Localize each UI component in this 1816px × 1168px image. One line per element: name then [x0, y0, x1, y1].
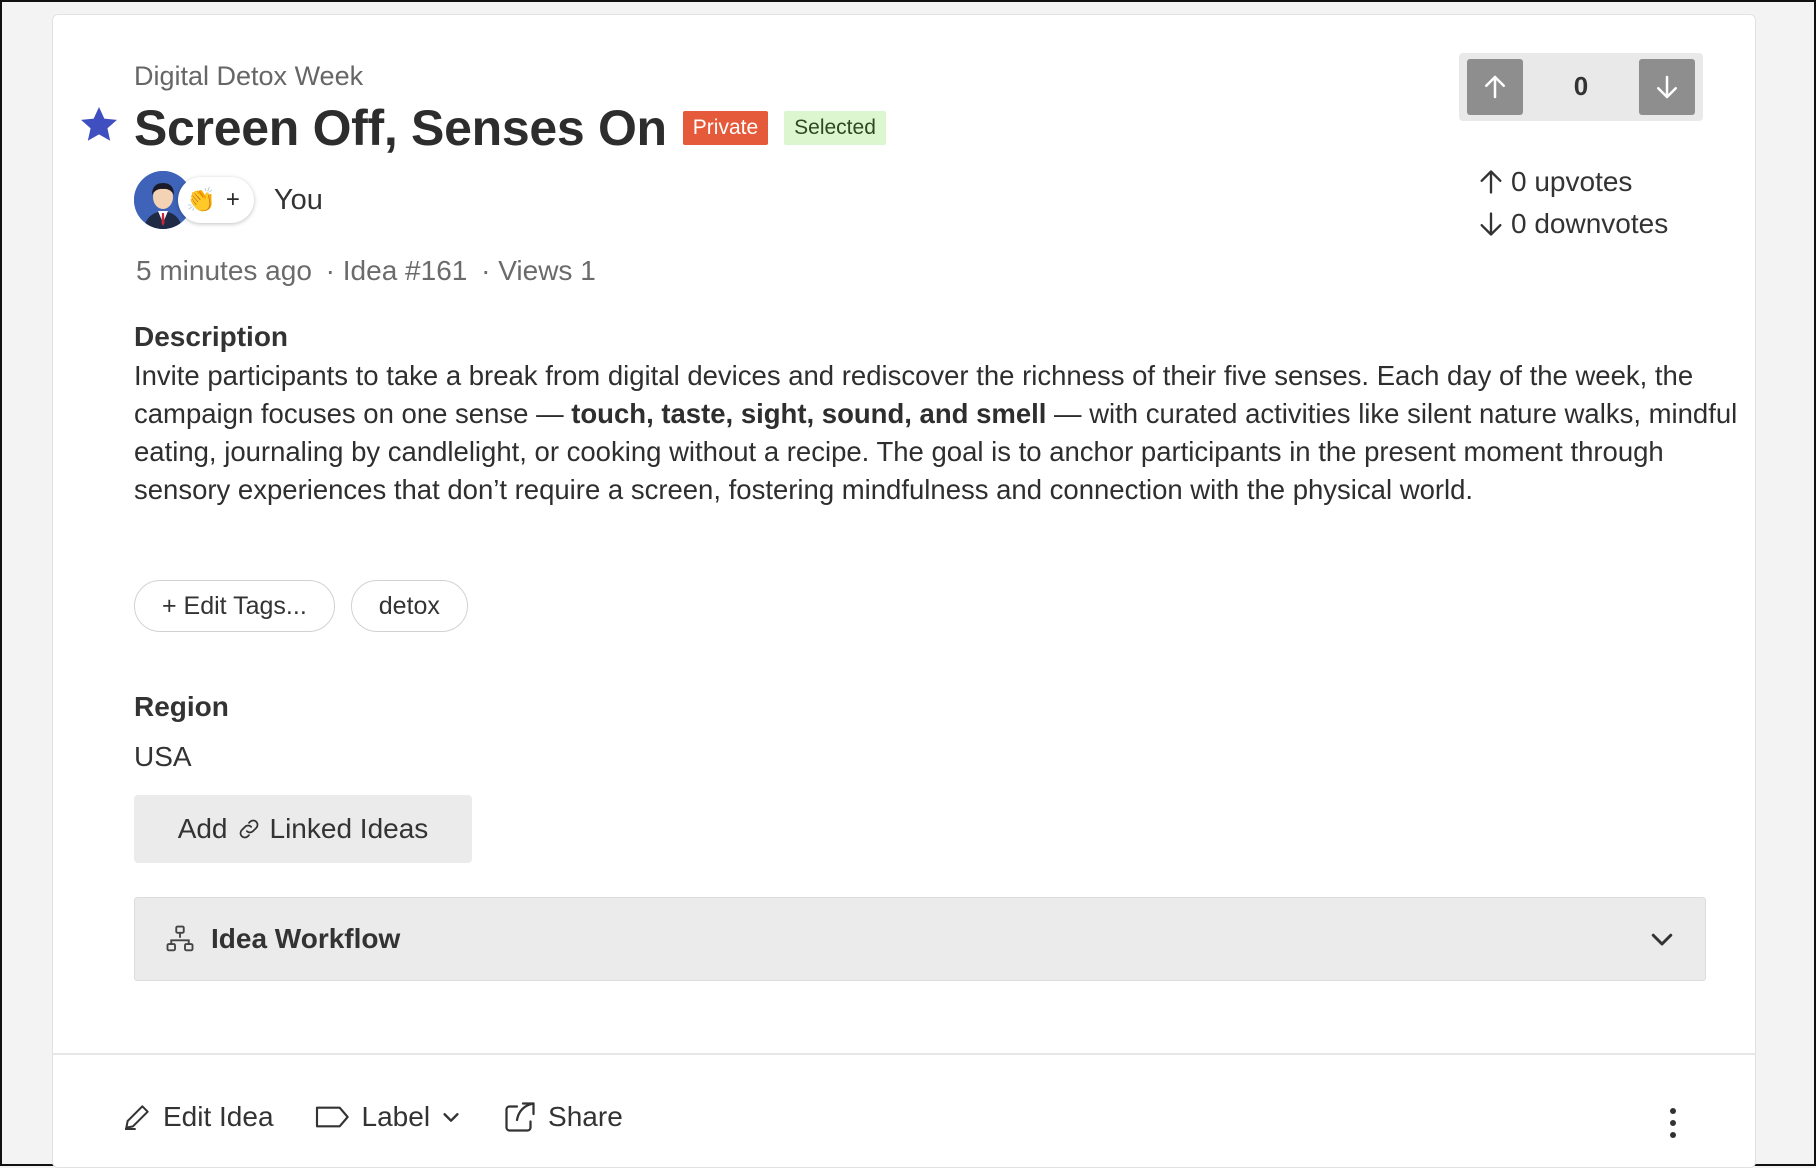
- description-bold: touch, taste, sight, sound, and smell: [571, 398, 1047, 429]
- arrow-down-icon: [1657, 75, 1677, 99]
- label-label: Label: [361, 1101, 431, 1132]
- edit-idea-label: Edit Idea: [163, 1101, 274, 1132]
- region-value: USA: [134, 741, 192, 772]
- add-reaction-button[interactable]: 👏 +: [178, 177, 254, 223]
- idea-meta: 5 minutes ago · Idea #161 · Views 1: [136, 255, 602, 287]
- upvotes-row[interactable]: 0 upvotes: [1477, 161, 1668, 203]
- idea-title: Screen Off, Senses On: [134, 100, 667, 156]
- downvote-button[interactable]: [1639, 59, 1695, 115]
- idea-workflow-accordion[interactable]: Idea Workflow: [134, 897, 1706, 981]
- selected-badge: Selected: [784, 111, 886, 145]
- private-badge: Private: [682, 111, 769, 145]
- edit-tags-button[interactable]: + Edit Tags...: [134, 580, 335, 632]
- downvotes-count: 0 downvotes: [1511, 208, 1669, 239]
- linked-ideas-label: Linked Ideas: [269, 813, 429, 844]
- idea-number: · Idea #161: [325, 255, 468, 286]
- region-label: Region: [134, 691, 229, 722]
- time-ago: 5 minutes ago: [136, 255, 312, 286]
- add-linked-ideas-button[interactable]: Add Linked Ideas: [134, 795, 472, 863]
- more-options-icon[interactable]: [1658, 1103, 1688, 1143]
- arrow-up-icon: [1480, 170, 1502, 194]
- clap-icon: 👏: [186, 186, 216, 214]
- campaign-name[interactable]: Digital Detox Week: [134, 61, 363, 92]
- edit-idea-button[interactable]: Edit Idea: [121, 1101, 274, 1133]
- chevron-down-icon[interactable]: [1647, 924, 1677, 954]
- chevron-down-icon: [443, 1113, 459, 1122]
- label-tag-icon: [315, 1106, 349, 1128]
- tag-chip[interactable]: detox: [350, 580, 468, 632]
- share-icon: [505, 1102, 535, 1132]
- idea-card: Digital Detox Week Screen Off, Senses On…: [52, 14, 1756, 1168]
- view-count: · Views 1: [481, 255, 596, 286]
- downvotes-row[interactable]: 0 downvotes: [1477, 203, 1668, 245]
- description-label: Description: [134, 321, 289, 352]
- author-row: 👏 + You: [134, 171, 323, 229]
- vote-widget: 0: [1459, 53, 1703, 121]
- link-icon: [239, 819, 258, 839]
- tag-list: + Edit Tags... detox: [134, 580, 468, 632]
- share-label: Share: [548, 1101, 623, 1132]
- reaction-plus: +: [225, 186, 240, 213]
- author-name[interactable]: You: [274, 184, 323, 217]
- title-row: Screen Off, Senses On Private Selected: [134, 99, 886, 157]
- workflow-label: Idea Workflow: [211, 923, 401, 954]
- footer-divider: [53, 1053, 1755, 1055]
- pencil-icon: [125, 1105, 149, 1130]
- add-label: Add: [177, 813, 228, 844]
- arrow-down-icon: [1480, 212, 1502, 236]
- description-text: Invite participants to take a break from…: [134, 357, 1764, 509]
- label-dropdown[interactable]: Label: [314, 1101, 463, 1133]
- favorite-star-icon[interactable]: [77, 103, 121, 147]
- workflow-icon: [166, 925, 194, 952]
- share-button[interactable]: Share: [502, 1099, 623, 1135]
- upvotes-count: 0 upvotes: [1511, 166, 1633, 197]
- vote-stats: 0 upvotes 0 downvotes: [1477, 161, 1668, 245]
- action-bar: Edit Idea Label Share: [121, 1099, 663, 1135]
